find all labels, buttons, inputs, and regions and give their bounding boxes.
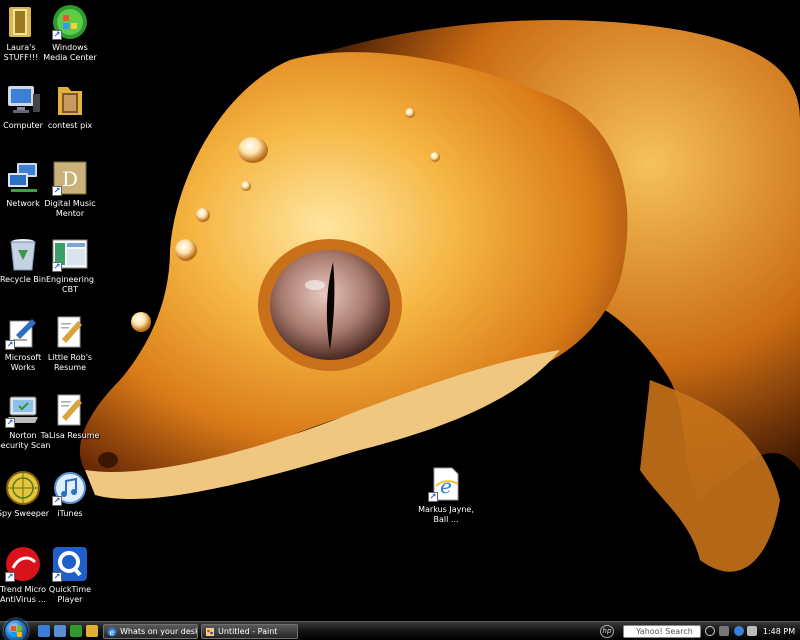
tray-expand-icon[interactable]: [719, 626, 729, 636]
quicktime-icon: ↗: [52, 546, 88, 582]
desktop-icon-little-robs-resume[interactable]: Little Rob's Resume: [39, 314, 101, 384]
network-tray-icon[interactable]: [734, 626, 744, 636]
desktop-icon-windows-media-center[interactable]: ↗ Windows Media Center: [39, 4, 101, 74]
spy-sweeper-icon: [5, 470, 41, 506]
recycle-bin-icon: [5, 236, 41, 272]
taskbar: e Whats on your desk... Untitled - Paint…: [0, 619, 800, 640]
digital-music-mentor-icon: D ↗: [52, 160, 88, 196]
folder-quicklaunch-icon[interactable]: [86, 625, 98, 637]
gecko-wallpaper-art: [79, 20, 800, 572]
windows-media-center-icon: ↗: [52, 4, 88, 40]
yahoo-search-box[interactable]: Yahoo! Search: [623, 625, 701, 638]
windows-logo-icon: [11, 626, 22, 637]
microsoft-works-icon: ↗: [5, 314, 41, 350]
computer-icon: [5, 82, 41, 118]
desktop-icon-talisa-resume[interactable]: TaLisa Resume: [39, 392, 101, 462]
desktop-icon-quicktime-player[interactable]: ↗ QuickTime Player: [39, 546, 101, 616]
paint-icon: [205, 627, 215, 637]
desktop-wallpaper: [0, 0, 800, 621]
folder-icon: [52, 82, 88, 118]
desktop-icon-contest-pix[interactable]: contest pix: [39, 82, 101, 152]
taskbar-button-untitled-paint[interactable]: Untitled - Paint: [201, 624, 298, 639]
trend-micro-icon: ↗: [5, 546, 41, 582]
internet-explorer-icon: e ↗: [428, 466, 464, 502]
taskbar-button-label: Whats on your desk...: [120, 627, 197, 636]
folder-icon: [3, 4, 39, 40]
taskbar-button-whats-on-your-desk[interactable]: e Whats on your desk...: [103, 624, 198, 639]
svg-text:e: e: [440, 474, 452, 498]
hp-logo-icon[interactable]: hp: [600, 625, 614, 638]
svg-text:e: e: [110, 628, 115, 637]
svg-text:D: D: [62, 167, 78, 191]
desktop-icon-markus-jayne[interactable]: e ↗ Markus Jayne, Ball ...: [415, 466, 477, 536]
search-icon[interactable]: [705, 626, 715, 636]
taskbar-button-label: Untitled - Paint: [218, 627, 278, 636]
network-icon: [5, 160, 41, 196]
volume-icon[interactable]: [747, 626, 757, 636]
norton-icon: ↗: [5, 392, 41, 428]
desktop-icon-engineering-cbt[interactable]: ↗ Engineering CBT: [39, 236, 101, 306]
switch-windows-icon[interactable]: [54, 625, 66, 637]
internet-explorer-icon: e: [107, 627, 117, 637]
desktop-icon-itunes[interactable]: ↗ iTunes: [39, 470, 101, 540]
itunes-icon: ↗: [52, 470, 88, 506]
windows-media-player-icon[interactable]: [70, 625, 82, 637]
document-icon: [52, 392, 88, 428]
show-desktop-icon[interactable]: [38, 625, 50, 637]
desktop-icon-digital-music-mentor[interactable]: D ↗ Digital Music Mentor: [39, 160, 101, 230]
taskbar-clock[interactable]: 1:48 PM: [760, 622, 798, 640]
document-icon: [52, 314, 88, 350]
start-button[interactable]: [4, 619, 28, 640]
engineering-cbt-icon: ↗: [52, 236, 88, 272]
